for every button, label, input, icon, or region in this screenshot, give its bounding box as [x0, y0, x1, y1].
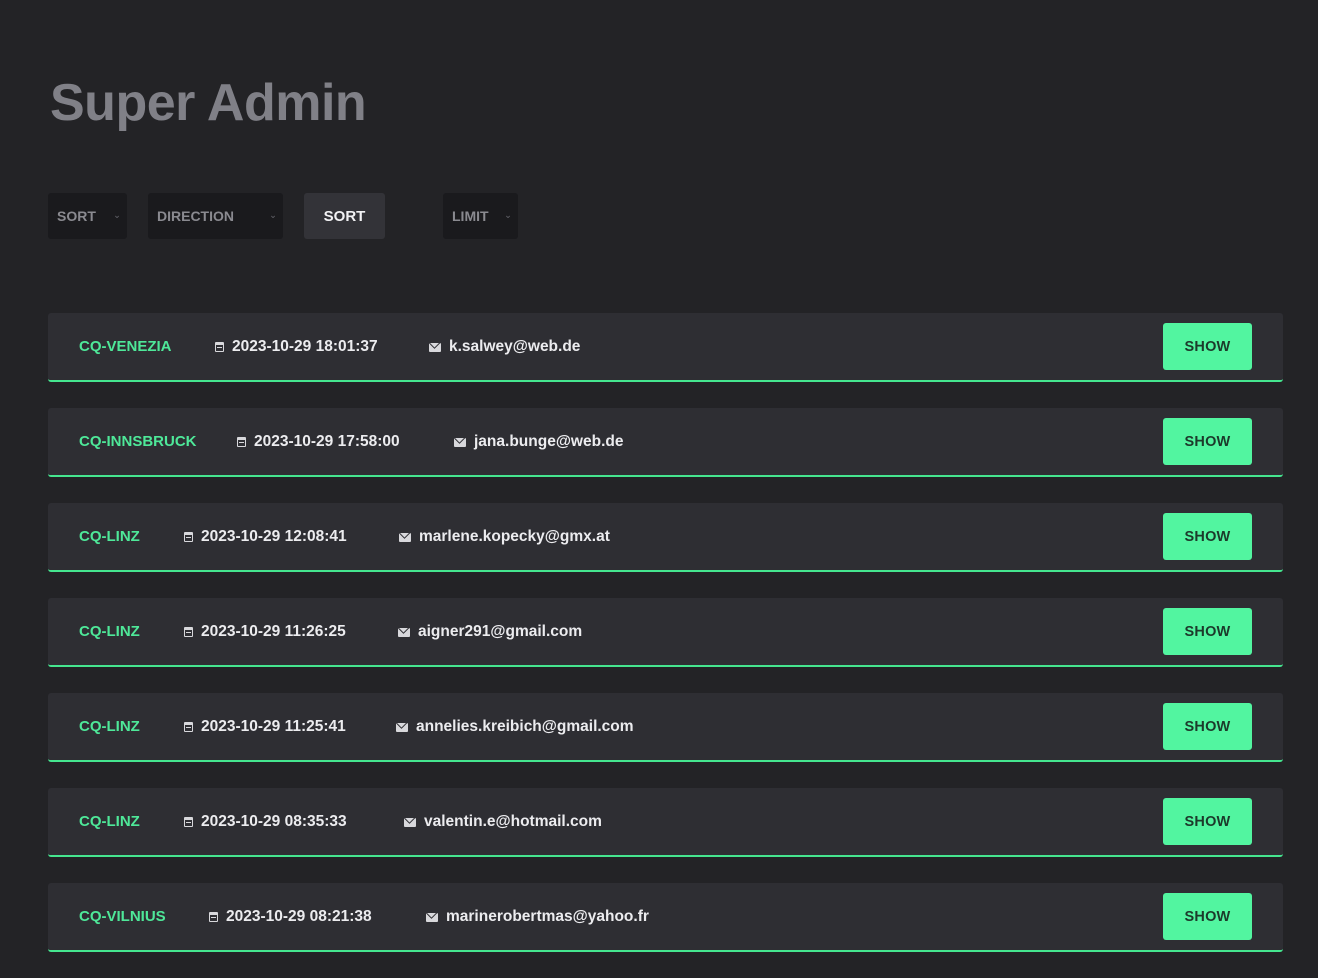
- list-item: CQ-INNSBRUCK 2023-10-29 17:58:00 jana.bu…: [48, 408, 1283, 477]
- list-item: CQ-VILNIUS 2023-10-29 08:21:38 marinerob…: [48, 883, 1283, 952]
- limit-select-label: LIMIT: [452, 208, 489, 224]
- show-button[interactable]: SHOW: [1163, 703, 1252, 750]
- limit-select[interactable]: LIMIT ⌄: [443, 193, 518, 239]
- calendar-icon: [209, 912, 218, 922]
- entry-email: valentin.e@hotmail.com: [404, 813, 602, 831]
- show-button[interactable]: SHOW: [1163, 323, 1252, 370]
- show-button[interactable]: SHOW: [1163, 608, 1252, 655]
- entry-email: jana.bunge@web.de: [454, 433, 623, 451]
- mail-icon: [396, 722, 408, 732]
- page-title: Super Admin: [50, 74, 367, 132]
- calendar-icon: [215, 342, 224, 352]
- list-item: CQ-LINZ 2023-10-29 11:26:25 aigner291@gm…: [48, 598, 1283, 667]
- list-controls: SORT ⌄ DIRECTION ⌄ SORT LIMIT ⌄: [48, 193, 648, 239]
- mail-icon: [404, 817, 416, 827]
- entry-place: CQ-LINZ: [79, 528, 140, 545]
- entry-email-text: marinerobertmas@yahoo.fr: [446, 908, 649, 925]
- entry-date: 2023-10-29 11:26:25: [184, 623, 346, 641]
- entry-place: CQ-VILNIUS: [79, 908, 166, 925]
- mail-icon: [429, 342, 441, 352]
- entry-email: aigner291@gmail.com: [398, 623, 582, 641]
- list-item: CQ-LINZ 2023-10-29 08:35:33 valentin.e@h…: [48, 788, 1283, 857]
- entry-timestamp: 2023-10-29 12:08:41: [201, 528, 347, 545]
- sort-select[interactable]: SORT ⌄: [48, 193, 127, 239]
- entry-place: CQ-INNSBRUCK: [79, 433, 197, 450]
- entry-place: CQ-VENEZIA: [79, 338, 172, 355]
- list-item: CQ-LINZ 2023-10-29 12:08:41 marlene.kope…: [48, 503, 1283, 572]
- calendar-icon: [184, 817, 193, 827]
- entry-timestamp: 2023-10-29 08:35:33: [201, 813, 347, 830]
- calendar-icon: [184, 627, 193, 637]
- show-button[interactable]: SHOW: [1163, 513, 1252, 560]
- entry-email: k.salwey@web.de: [429, 338, 580, 356]
- entry-date: 2023-10-29 08:21:38: [209, 908, 372, 926]
- entry-email-text: k.salwey@web.de: [449, 338, 581, 355]
- entry-email: marinerobertmas@yahoo.fr: [426, 908, 649, 926]
- list-item: CQ-VENEZIA 2023-10-29 18:01:37 k.salwey@…: [48, 313, 1283, 382]
- entry-email-text: jana.bunge@web.de: [474, 433, 624, 450]
- calendar-icon: [184, 722, 193, 732]
- entry-timestamp: 2023-10-29 18:01:37: [232, 338, 378, 355]
- mail-icon: [426, 912, 438, 922]
- entry-date: 2023-10-29 18:01:37: [215, 338, 378, 356]
- entry-email: annelies.kreibich@gmail.com: [396, 718, 634, 736]
- mail-icon: [454, 437, 466, 447]
- chevron-down-icon: ⌄: [113, 210, 121, 220]
- entry-timestamp: 2023-10-29 11:25:41: [201, 718, 346, 735]
- mail-icon: [399, 532, 411, 542]
- entry-date: 2023-10-29 08:35:33: [184, 813, 347, 831]
- show-button[interactable]: SHOW: [1163, 798, 1252, 845]
- entry-date: 2023-10-29 17:58:00: [237, 433, 400, 451]
- entry-timestamp: 2023-10-29 11:26:25: [201, 623, 346, 640]
- entry-email-text: valentin.e@hotmail.com: [424, 813, 602, 830]
- entry-place: CQ-LINZ: [79, 813, 140, 830]
- show-button[interactable]: SHOW: [1163, 893, 1252, 940]
- entry-place: CQ-LINZ: [79, 718, 140, 735]
- entry-email: marlene.kopecky@gmx.at: [399, 528, 610, 546]
- show-button[interactable]: SHOW: [1163, 418, 1252, 465]
- direction-select[interactable]: DIRECTION ⌄: [148, 193, 283, 239]
- calendar-icon: [184, 532, 193, 542]
- entry-email-text: aigner291@gmail.com: [418, 623, 583, 640]
- entry-email-text: annelies.kreibich@gmail.com: [416, 718, 634, 735]
- chevron-down-icon: ⌄: [504, 210, 512, 220]
- sort-button[interactable]: SORT: [304, 193, 385, 239]
- entry-list: CQ-VENEZIA 2023-10-29 18:01:37 k.salwey@…: [48, 313, 1283, 978]
- direction-select-label: DIRECTION: [157, 208, 234, 224]
- chevron-down-icon: ⌄: [269, 210, 277, 220]
- entry-timestamp: 2023-10-29 17:58:00: [254, 433, 400, 450]
- calendar-icon: [237, 437, 246, 447]
- list-item: CQ-LINZ 2023-10-29 11:25:41 annelies.kre…: [48, 693, 1283, 762]
- entry-date: 2023-10-29 12:08:41: [184, 528, 347, 546]
- sort-select-label: SORT: [57, 208, 96, 224]
- entry-place: CQ-LINZ: [79, 623, 140, 640]
- entry-date: 2023-10-29 11:25:41: [184, 718, 346, 736]
- mail-icon: [398, 627, 410, 637]
- entry-timestamp: 2023-10-29 08:21:38: [226, 908, 372, 925]
- entry-email-text: marlene.kopecky@gmx.at: [419, 528, 610, 545]
